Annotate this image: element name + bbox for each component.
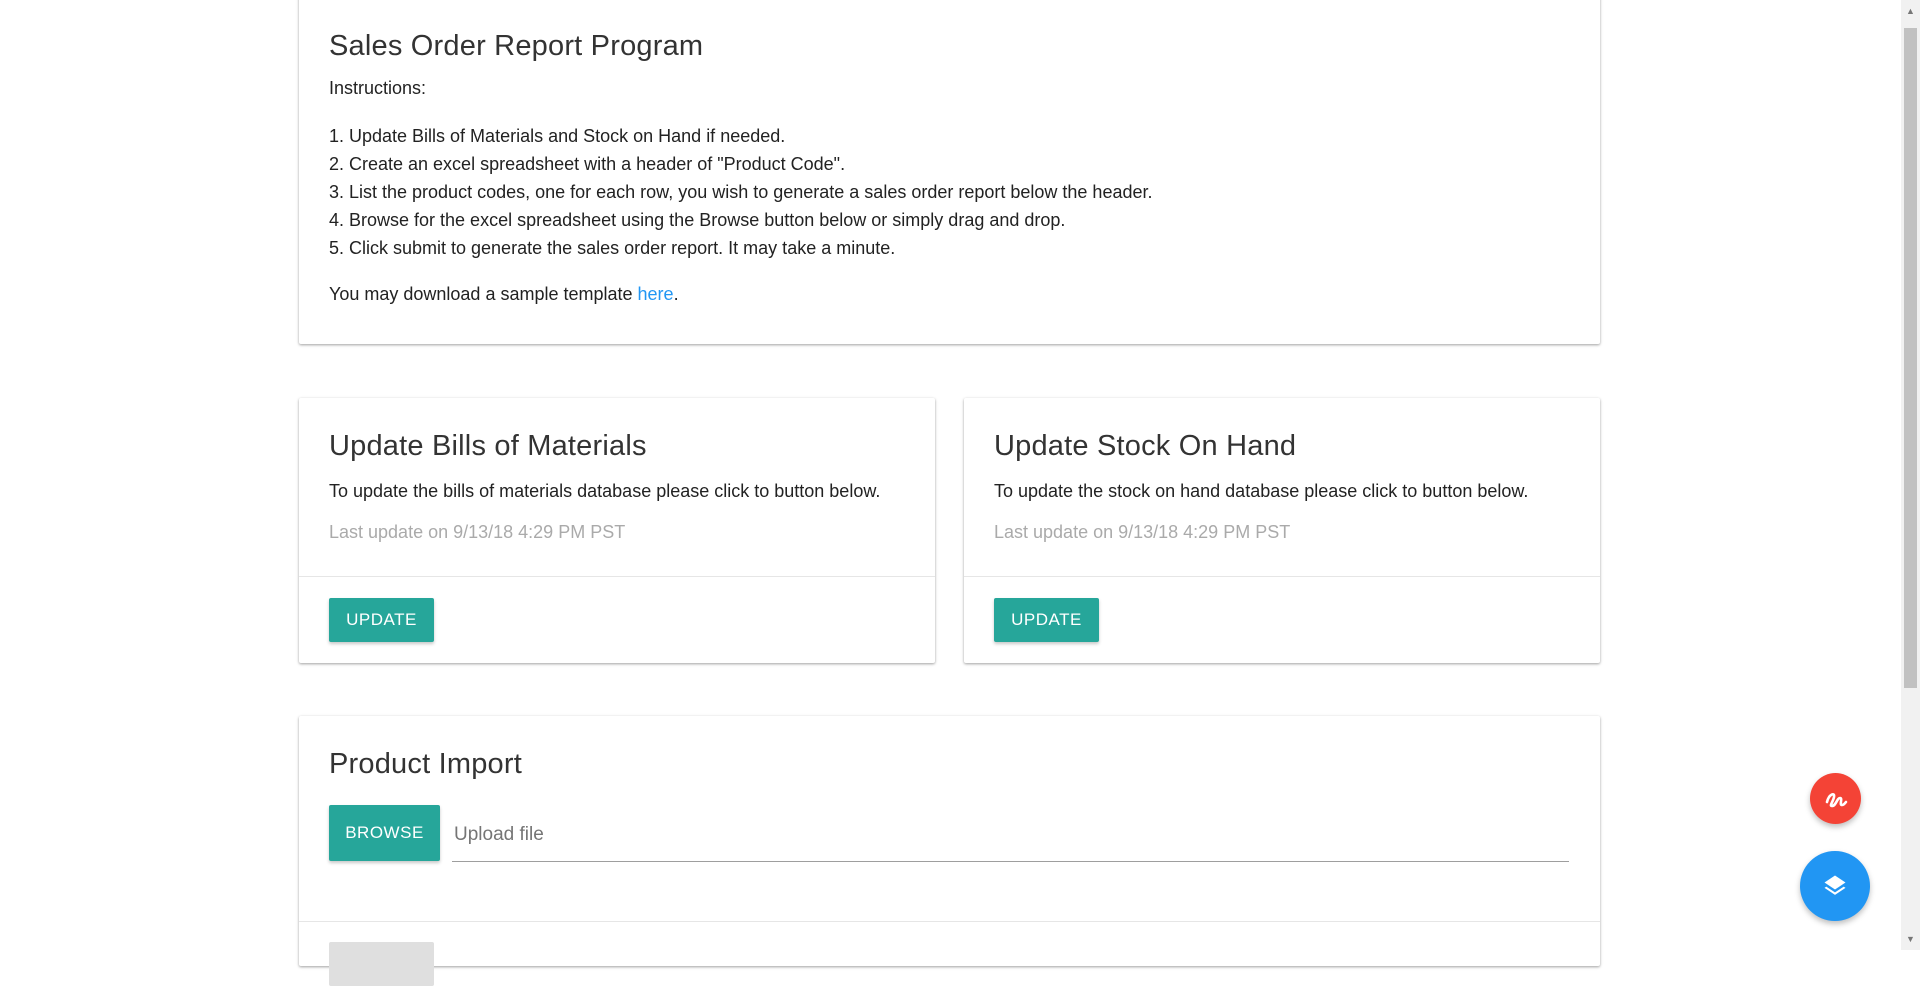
soh-last-update: Last update on 9/13/18 4:29 PM PST [994,522,1291,542]
layers-icon [1824,875,1846,895]
download-suffix: . [673,284,679,304]
update-soh-card: Update Stock On Hand To update the stock… [964,398,1600,663]
instructions-list: Update Bills of Materials and Stock on H… [299,122,1600,262]
instruction-step: List the product codes, one for each row… [349,178,1600,206]
page-scrollbar[interactable]: ▲ ▼ [1901,0,1920,950]
soh-card-description: To update the stock on hand database ple… [994,481,1529,501]
card-divider [299,576,935,577]
scrollbar-thumb[interactable] [1904,28,1917,688]
layers-fab[interactable] [1800,851,1870,921]
instructions-label: Instructions: [329,78,427,98]
browse-button[interactable]: BROWSE [329,805,440,861]
page-title: Sales Order Report Program [329,30,704,62]
bom-card-title: Update Bills of Materials [329,430,647,462]
update-bom-button[interactable]: UPDATE [329,598,434,642]
submit-button[interactable] [329,942,434,986]
squiggle-fab[interactable] [1810,773,1861,824]
instruction-step: Update Bills of Materials and Stock on H… [349,122,1600,150]
product-import-title: Product Import [329,748,522,780]
download-template-link[interactable]: here [638,284,674,304]
upload-input-underline [452,861,1569,862]
soh-card-title: Update Stock On Hand [994,430,1297,462]
bom-card-description: To update the bills of materials databas… [329,481,881,501]
update-bom-card: Update Bills of Materials To update the … [299,398,935,663]
bom-last-update: Last update on 9/13/18 4:29 PM PST [329,522,626,542]
download-template-text: You may download a sample template here. [329,284,679,305]
download-prefix: You may download a sample template [329,284,638,304]
update-soh-button[interactable]: UPDATE [994,598,1099,642]
upload-file-input[interactable] [452,816,1568,854]
card-divider [299,921,1600,922]
instructions-card: Sales Order Report Program Instructions:… [299,0,1600,344]
squiggle-icon [1825,792,1847,807]
instruction-step: Click submit to generate the sales order… [349,234,1600,262]
scroll-down-icon[interactable]: ▼ [1901,930,1920,948]
instruction-step: Browse for the excel spreadsheet using t… [349,206,1600,234]
card-divider [964,576,1600,577]
product-import-card: Product Import BROWSE [299,716,1600,986]
instruction-step: Create an excel spreadsheet with a heade… [349,150,1600,178]
scroll-up-icon[interactable]: ▲ [1901,2,1920,20]
